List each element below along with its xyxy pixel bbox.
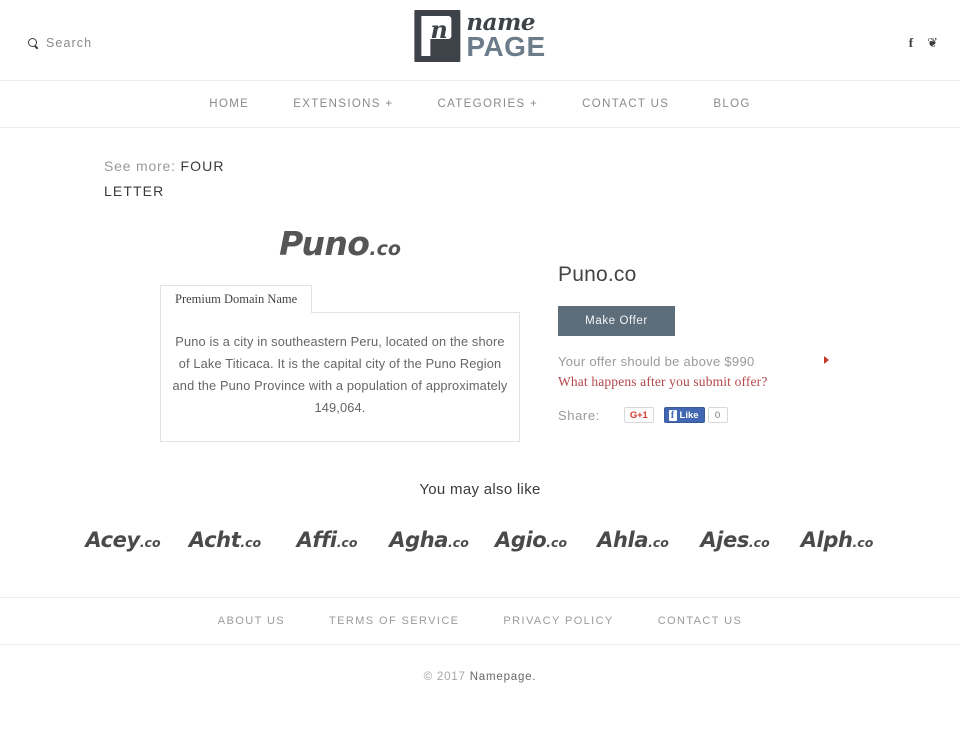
site-header: Search n name PAGE f ❦: [0, 0, 960, 81]
also-like-item-0[interactable]: Acey.co: [72, 528, 174, 552]
also-like-item-4[interactable]: Agio.co: [480, 528, 582, 552]
also-like-item-6[interactable]: Ajes.co: [684, 528, 786, 552]
also-like-item-7[interactable]: Alph.co: [786, 528, 888, 552]
search-button[interactable]: Search: [28, 36, 92, 50]
also-like-name-1: Acht: [188, 528, 241, 552]
also-like-item-5[interactable]: Ahla.co: [582, 528, 684, 552]
also-like-tld-4: .co: [546, 535, 568, 550]
footer-link-about-us[interactable]: ABOUT US: [196, 615, 307, 627]
share-label: Share:: [558, 407, 600, 423]
logo-wordmark: name PAGE: [466, 11, 545, 61]
domain-title: Puno.co: [558, 263, 637, 286]
main-navigation: HOME EXTENSIONS + CATEGORIES + CONTACT U…: [0, 81, 960, 128]
description-text: Puno is a city in southeastern Peru, loc…: [160, 312, 520, 442]
tab-premium-domain-name[interactable]: Premium Domain Name: [160, 285, 313, 313]
domain-hero-tld: .co: [369, 238, 401, 260]
footer-navigation: ABOUT US TERMS OF SERVICE PRIVACY POLICY…: [0, 598, 960, 645]
also-like-name-3: Agha: [389, 528, 449, 552]
also-like-item-1[interactable]: Acht.co: [174, 528, 276, 552]
also-like-name-0: Acey: [85, 528, 140, 552]
facebook-f-icon: f: [668, 409, 677, 421]
breadcrumb: See more: FOUR LETTER: [0, 128, 250, 204]
also-like-tld-6: .co: [748, 535, 770, 550]
also-like-name-5: Ahla: [597, 528, 649, 552]
nav-item-home[interactable]: HOME: [187, 98, 271, 110]
also-like-item-3[interactable]: Agha.co: [378, 528, 480, 552]
facebook-like-count[interactable]: 0: [707, 407, 728, 423]
offer-minimum-text: Your offer should be above $990: [558, 354, 755, 369]
footer-link-terms-of-service[interactable]: TERMS OF SERVICE: [307, 615, 481, 627]
also-like-name-2: Affi: [296, 528, 338, 552]
also-like-title: You may also like: [419, 481, 541, 498]
what-happens-link[interactable]: What happens after you submit offer?: [558, 374, 767, 390]
nav-item-blog[interactable]: BLOG: [691, 98, 772, 110]
logo-mark-icon: n: [414, 10, 461, 62]
search-icon: [28, 37, 39, 49]
logo-page-text: PAGE: [466, 31, 546, 62]
breadcrumb-prefix: See more:: [104, 158, 176, 174]
facebook-icon[interactable]: f: [909, 36, 913, 49]
make-offer-button[interactable]: Make Offer: [558, 306, 675, 336]
logo-n-script: n: [430, 15, 448, 44]
also-like-tld-1: .co: [240, 535, 262, 550]
also-like-name-4: Agio: [494, 528, 547, 552]
nav-item-categories[interactable]: CATEGORIES +: [415, 98, 560, 110]
offer-minimum-hint: Your offer should be above $990: [558, 352, 829, 371]
footer-link-contact-us[interactable]: CONTACT US: [636, 615, 765, 627]
main-content: Premium Domain Name Puno is a city in so…: [0, 263, 960, 463]
site-logo[interactable]: n name PAGE: [414, 10, 545, 62]
also-like-name-7: Alph: [800, 528, 853, 552]
facebook-like-label: Like: [679, 409, 699, 421]
nav-item-extensions[interactable]: EXTENSIONS +: [271, 98, 415, 110]
also-like-tld-2: .co: [336, 535, 358, 550]
google-plus-share-button[interactable]: G+1: [623, 407, 654, 423]
share-row: Share: G+1 f Like 0: [558, 407, 898, 423]
also-like-item-2[interactable]: Affi.co: [276, 528, 378, 552]
domain-hero: Puno.co: [0, 204, 960, 263]
also-like-row: Acey.co Acht.co Affi.co Agha.co Agio.co …: [0, 528, 960, 552]
copyright-name: Namepage.: [469, 671, 537, 683]
copyright: © 2017 Namepage.: [0, 645, 960, 683]
offer-arrow-icon: [824, 356, 829, 364]
also-like-tld-5: .co: [648, 535, 669, 550]
social-links: f ❦: [909, 36, 938, 49]
copyright-year: © 2017: [423, 671, 466, 683]
also-like-name-6: Ajes: [700, 528, 749, 552]
search-label: Search: [46, 36, 93, 50]
domain-hero-name: Puno: [279, 224, 370, 263]
facebook-like-button[interactable]: f Like: [663, 407, 705, 423]
footer-link-privacy-policy[interactable]: PRIVACY POLICY: [481, 615, 635, 627]
also-like-tld-3: .co: [448, 535, 469, 550]
offer-column: Puno.co Make Offer Your offer should be …: [558, 263, 898, 423]
facebook-like-group: f Like 0: [663, 407, 728, 423]
logo-p-glyph: n: [421, 16, 453, 56]
twitter-icon[interactable]: ❦: [927, 36, 938, 49]
also-like-tld-7: .co: [852, 535, 874, 550]
description-panel: Premium Domain Name Puno is a city in so…: [160, 285, 520, 442]
nav-item-contact-us[interactable]: CONTACT US: [560, 98, 691, 110]
also-like-tld-0: .co: [139, 535, 161, 550]
